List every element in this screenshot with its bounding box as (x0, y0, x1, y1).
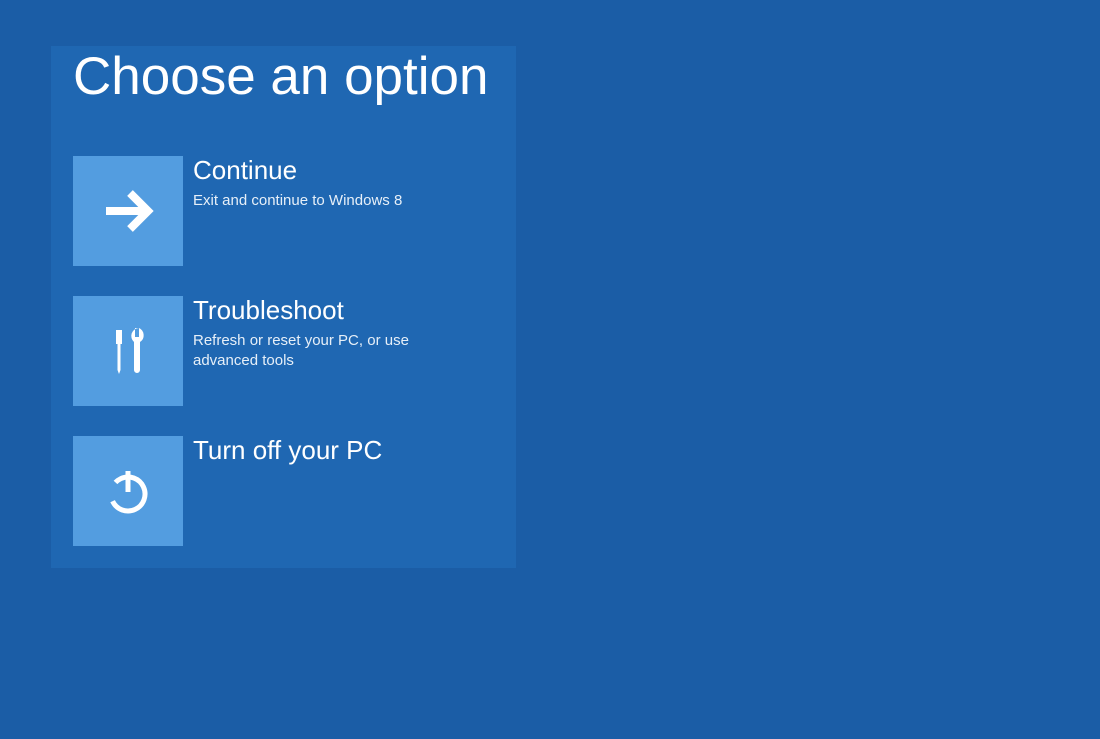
option-turn-off-title: Turn off your PC (193, 436, 382, 465)
option-continue-desc: Exit and continue to Windows 8 (193, 191, 402, 211)
page-title: Choose an option (73, 46, 516, 106)
option-troubleshoot-text: Troubleshoot Refresh or reset your PC, o… (193, 296, 413, 371)
options-panel: Choose an option Continue Exit and conti… (51, 46, 516, 568)
power-icon (101, 464, 155, 518)
option-turn-off-tile (73, 436, 183, 546)
option-troubleshoot-title: Troubleshoot (193, 296, 413, 325)
option-troubleshoot[interactable]: Troubleshoot Refresh or reset your PC, o… (73, 296, 493, 406)
option-troubleshoot-tile (73, 296, 183, 406)
arrow-right-icon (98, 181, 158, 241)
option-continue-title: Continue (193, 156, 402, 185)
option-continue-text: Continue Exit and continue to Windows 8 (193, 156, 402, 211)
option-turn-off-text: Turn off your PC (193, 436, 382, 471)
option-continue-tile (73, 156, 183, 266)
option-turn-off[interactable]: Turn off your PC (73, 436, 493, 546)
tools-icon (101, 324, 155, 378)
option-continue[interactable]: Continue Exit and continue to Windows 8 (73, 156, 493, 266)
option-troubleshoot-desc: Refresh or reset your PC, or use advance… (193, 331, 413, 372)
